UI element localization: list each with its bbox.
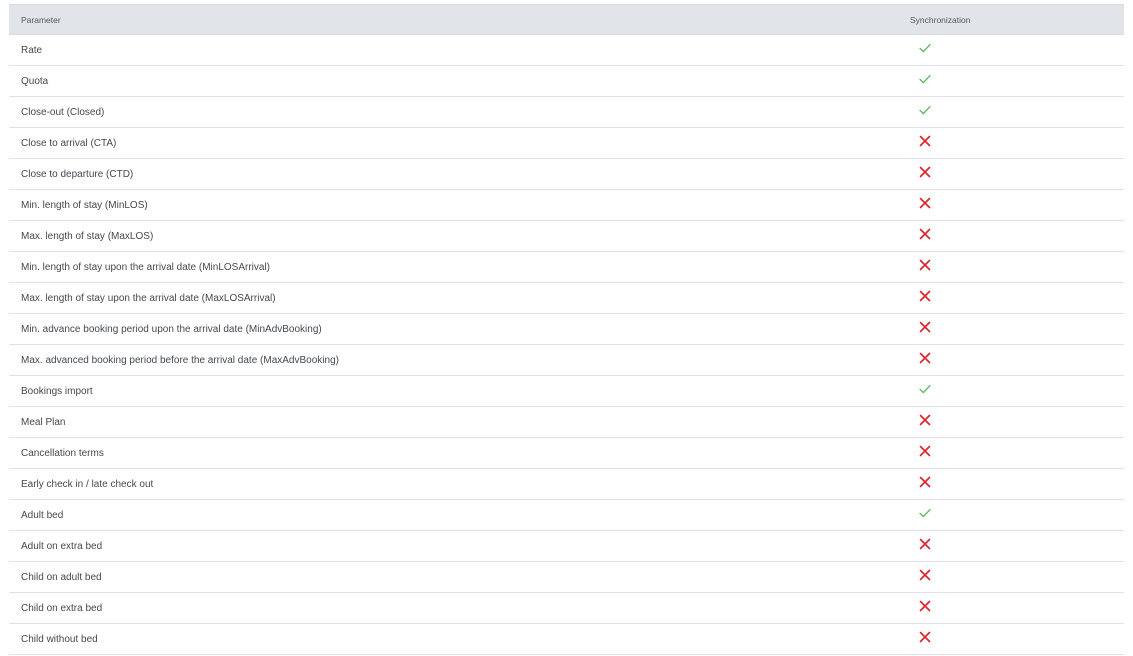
- cross-icon: [919, 352, 931, 364]
- parameter-label: Cancellation terms: [21, 447, 104, 459]
- parameter-label: Adult on extra bed: [21, 540, 103, 552]
- synchronization-cell: [900, 134, 1124, 152]
- parameter-label: Max. advanced booking period before the …: [21, 354, 339, 366]
- cross-icon: [919, 414, 931, 426]
- cross-icon: [919, 166, 931, 178]
- synchronization-cell: [900, 258, 1124, 276]
- table-row: Meal Plan: [9, 407, 1124, 438]
- table-row: Max. advanced booking period before the …: [9, 345, 1124, 376]
- synchronization-cell: [900, 165, 1124, 183]
- synchronization-cell: [900, 475, 1124, 493]
- synchronization-cell: [900, 103, 1124, 121]
- synchronization-cell: [900, 320, 1124, 338]
- check-icon: [919, 73, 931, 85]
- parameter-label: Meal Plan: [21, 416, 66, 428]
- check-icon: [919, 507, 931, 519]
- sync-parameters-table: Parameter Synchronization Rate Quota Close…: [9, 4, 1124, 655]
- synchronization-cell: [900, 351, 1124, 369]
- cross-icon: [919, 290, 931, 302]
- parameter-label: Min. length of stay (MinLOS): [21, 199, 148, 211]
- parameter-label: Rate: [21, 44, 43, 56]
- check-icon: [919, 42, 931, 54]
- cross-icon: [919, 569, 931, 581]
- table-row: Max. length of stay upon the arrival dat…: [9, 283, 1124, 314]
- synchronization-cell: [900, 72, 1124, 90]
- table-row: Quota: [9, 66, 1124, 97]
- synchronization-cell: [900, 382, 1124, 400]
- parameter-label: Close to departure (CTD): [21, 168, 134, 180]
- cross-icon: [919, 197, 931, 209]
- table-row: Child without bed: [9, 624, 1124, 655]
- parameter-label: Child on extra bed: [21, 602, 103, 614]
- cross-icon: [919, 135, 931, 147]
- parameter-label: Close to arrival (CTA): [21, 137, 117, 149]
- table-header: Parameter Synchronization: [9, 4, 1124, 35]
- synchronization-cell: [900, 413, 1124, 431]
- synchronization-cell: [900, 41, 1124, 59]
- parameter-label: Close-out (Closed): [21, 106, 105, 118]
- synchronization-cell: [900, 196, 1124, 214]
- cross-icon: [919, 445, 931, 457]
- table-row: Min. advance booking period upon the arr…: [9, 314, 1124, 345]
- table-row: Adult on extra bed: [9, 531, 1124, 562]
- cross-icon: [919, 538, 931, 550]
- synchronization-cell: [900, 630, 1124, 648]
- table-row: Rate: [9, 35, 1124, 66]
- table-row: Close to departure (CTD): [9, 159, 1124, 190]
- table-row: Close-out (Closed): [9, 97, 1124, 128]
- table-row: Min. length of stay upon the arrival dat…: [9, 252, 1124, 283]
- parameter-label: Child without bed: [21, 633, 98, 645]
- table-row: Adult bed: [9, 500, 1124, 531]
- synchronization-cell: [900, 537, 1124, 555]
- cross-icon: [919, 476, 931, 488]
- cross-icon: [919, 631, 931, 643]
- table-row: Child on extra bed: [9, 593, 1124, 624]
- parameter-label: Min. advance booking period upon the arr…: [21, 323, 322, 335]
- check-icon: [919, 383, 931, 395]
- parameter-label: Max. length of stay upon the arrival dat…: [21, 292, 276, 304]
- cross-icon: [919, 228, 931, 240]
- parameter-label: Early check in / late check out: [21, 478, 154, 490]
- table-body: Rate Quota Close-out (Closed) Close to arri…: [9, 35, 1124, 655]
- table-row: Min. length of stay (MinLOS): [9, 190, 1124, 221]
- synchronization-cell: [900, 599, 1124, 617]
- synchronization-cell: [900, 506, 1124, 524]
- header-parameter: Parameter: [21, 14, 61, 25]
- parameter-label: Bookings import: [21, 385, 93, 397]
- cross-icon: [919, 600, 931, 612]
- table-row: Bookings import: [9, 376, 1124, 407]
- cross-icon: [919, 321, 931, 333]
- table-row: Early check in / late check out: [9, 469, 1124, 500]
- parameter-label: Min. length of stay upon the arrival dat…: [21, 261, 270, 273]
- synchronization-cell: [900, 227, 1124, 245]
- synchronization-cell: [900, 444, 1124, 462]
- table-row: Max. length of stay (MaxLOS): [9, 221, 1124, 252]
- parameter-label: Quota: [21, 75, 49, 87]
- table-row: Cancellation terms: [9, 438, 1124, 469]
- synchronization-cell: [900, 568, 1124, 586]
- parameter-label: Max. length of stay (MaxLOS): [21, 230, 154, 242]
- cross-icon: [919, 259, 931, 271]
- synchronization-cell: [900, 289, 1124, 307]
- table-row: Close to arrival (CTA): [9, 128, 1124, 159]
- check-icon: [919, 104, 931, 116]
- parameter-label: Adult bed: [21, 509, 64, 521]
- header-synchronization: Synchronization: [910, 14, 971, 25]
- table-row: Child on adult bed: [9, 562, 1124, 593]
- parameter-label: Child on adult bed: [21, 571, 102, 583]
